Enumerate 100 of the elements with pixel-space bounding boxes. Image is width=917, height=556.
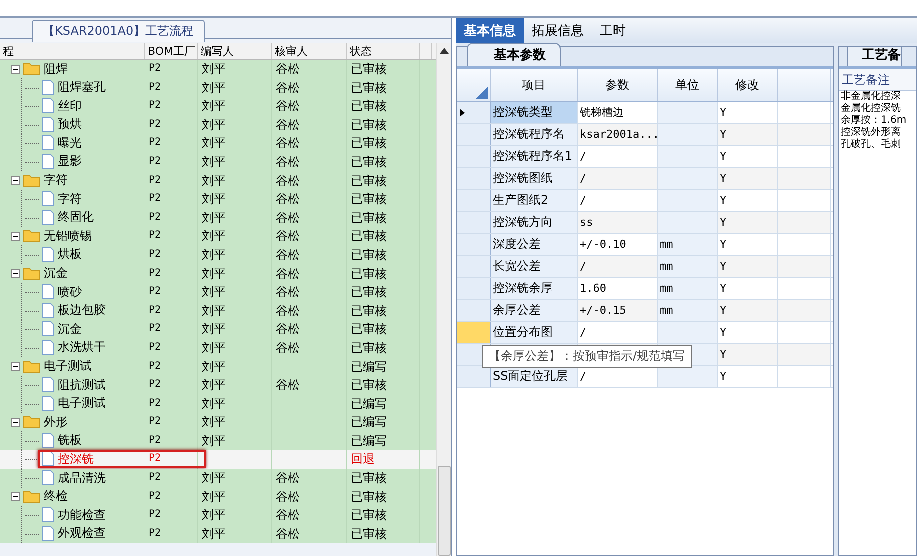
reviewer: 谷松 (276, 526, 300, 541)
bom-factory: P2 (149, 304, 162, 316)
step-name: 水洗烘干 (58, 339, 106, 356)
writer: 刘平 (202, 434, 226, 448)
status: 已审核 (351, 322, 387, 336)
status: 已审核 (351, 490, 387, 504)
writer: 刘平 (202, 136, 226, 150)
bom-factory: P2 (149, 398, 162, 409)
column-header: 编写人 (198, 43, 272, 59)
status: 已审核 (351, 248, 387, 262)
reviewer: 谷松 (276, 154, 300, 169)
bom-factory: P2 (149, 156, 162, 167)
step-name: 烘板 (58, 246, 82, 264)
writer: 刘平 (202, 118, 226, 132)
reviewer: 谷松 (276, 229, 300, 244)
note-line: 非金属化控深 (840, 91, 902, 103)
status: 已审核 (351, 210, 387, 225)
bom-factory: P2 (149, 416, 162, 428)
status: 已编写 (351, 396, 387, 411)
status: 已审核 (351, 285, 387, 300)
column-header: 项目 (491, 69, 578, 101)
writer: 刘平 (202, 154, 226, 169)
reviewer: 谷松 (276, 340, 300, 355)
reviewer: 谷松 (276, 210, 300, 225)
step-name: 电子测试 (58, 395, 106, 412)
step-name: 无铅喷锡 (44, 228, 92, 245)
bom-factory: P2 (149, 360, 162, 372)
status: 已审核 (351, 192, 387, 206)
step-name: 功能检查 (58, 506, 106, 524)
step-name: 丝印 (58, 98, 82, 115)
bom-factory: P2 (149, 118, 162, 130)
bom-factory: P2 (149, 230, 162, 242)
status: 已编写 (351, 434, 387, 448)
status: 已审核 (351, 508, 387, 522)
reviewer: 谷松 (276, 62, 300, 76)
writer: 刘平 (202, 508, 226, 522)
step-name: 外观检查 (58, 525, 106, 542)
writer: 刘平 (202, 378, 226, 392)
writer: 刘平 (202, 210, 226, 225)
step-name: 铣板 (58, 432, 82, 450)
step-name: 喷砂 (58, 284, 82, 301)
step-name: 沉金 (58, 320, 82, 338)
status: 回退 (351, 452, 375, 466)
status: 已审核 (351, 526, 387, 541)
writer: 刘平 (202, 174, 226, 188)
status: 已审核 (351, 304, 387, 318)
writer: 刘平 (202, 322, 226, 336)
status: 已审核 (351, 471, 387, 486)
status: 已编写 (351, 360, 387, 374)
bom-factory: P2 (149, 528, 162, 539)
step-name: 成品清洗 (58, 470, 106, 487)
writer: 刘平 (202, 229, 226, 244)
step-name: 阻焊 (44, 60, 68, 78)
status: 已审核 (351, 229, 387, 244)
bom-factory: P2 (149, 63, 162, 74)
writer: 刘平 (202, 396, 226, 411)
writer: 刘平 (202, 266, 226, 281)
step-name: 阻焊塞孔 (58, 79, 106, 96)
step-name: 预烘 (58, 116, 82, 134)
reviewer: 谷松 (276, 508, 300, 522)
status: 已审核 (351, 154, 387, 169)
writer: 刘平 (202, 304, 226, 318)
step-name: 终固化 (58, 209, 94, 226)
column-header: 参数 (578, 69, 658, 101)
step-name: 字符 (58, 190, 82, 208)
reviewer: 谷松 (276, 174, 300, 188)
step-name: 电子测试 (44, 358, 92, 375)
writer: 刘平 (202, 285, 226, 300)
reviewer: 谷松 (276, 118, 300, 132)
reviewer: 谷松 (276, 378, 300, 392)
note-line: 金属化控深铣 (840, 103, 902, 114)
status: 已审核 (351, 99, 387, 114)
column-header: 核审人 (272, 43, 347, 59)
writer: 刘平 (202, 248, 226, 262)
reviewer: 谷松 (276, 248, 300, 262)
bom-factory: P2 (149, 137, 162, 148)
note-line: 余厚按：1.6m (840, 115, 908, 126)
column-header: 修改 (718, 69, 778, 101)
writer: 刘平 (202, 526, 226, 541)
step-name: 显影 (58, 153, 82, 170)
bom-factory: P2 (149, 472, 162, 484)
reviewer: 谷松 (276, 322, 300, 336)
reviewer: 谷松 (276, 285, 300, 300)
reviewer: 谷松 (276, 99, 300, 114)
bom-factory: P2 (149, 453, 162, 464)
bom-factory: P2 (149, 212, 162, 223)
column-header: BOM工厂 (145, 43, 198, 59)
bom-factory: P2 (149, 342, 162, 353)
step-name: 沉金 (44, 265, 68, 282)
step-name: 板边包胶 (58, 302, 106, 320)
reviewer: 谷松 (276, 304, 300, 318)
status: 已审核 (351, 266, 387, 281)
bom-factory: P2 (149, 434, 162, 446)
column-header: 状态 (347, 43, 420, 59)
step-name: 终检 (44, 488, 68, 506)
writer: 刘平 (202, 192, 226, 206)
step-name: 控深铣 (58, 450, 94, 468)
notes-label: 工艺备注 (839, 69, 916, 91)
reviewer: 谷松 (276, 471, 300, 486)
column-header: 程 (0, 43, 145, 59)
